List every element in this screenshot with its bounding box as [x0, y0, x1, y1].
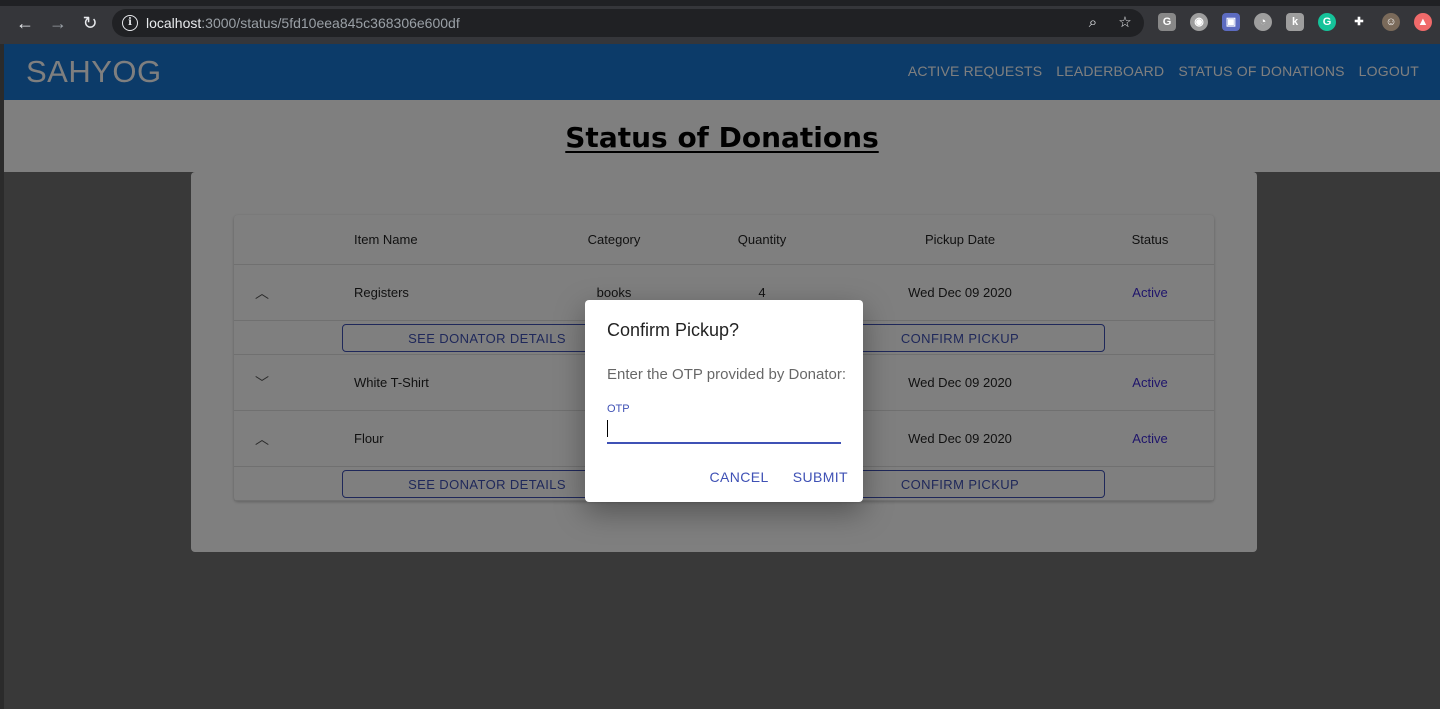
reload-icon[interactable]: ↻: [79, 12, 101, 34]
back-arrow-icon[interactable]: ←: [14, 12, 36, 34]
url-text: localhost:3000/status/5fd10eea845c368306…: [146, 15, 460, 31]
browser-toolbar: ← → ↻ i localhost:3000/status/5fd10eea84…: [0, 0, 1440, 44]
otp-label: OTP: [607, 403, 630, 415]
url-host: localhost: [146, 15, 202, 31]
dialog-text: Enter the OTP provided by Donator:: [607, 366, 847, 383]
circle-extension-icon[interactable]: ◉: [1190, 13, 1208, 31]
tab-strip: [0, 0, 1440, 6]
dialog-title: Confirm Pickup?: [607, 320, 740, 340]
site-info-icon[interactable]: i: [122, 15, 138, 31]
otp-input[interactable]: [607, 418, 841, 444]
puzzle-icon[interactable]: ✚: [1350, 13, 1368, 31]
url-path: :3000/status/5fd10eea845c368306e600df: [201, 15, 460, 31]
dialog-actions: CANCEL SUBMIT: [710, 469, 849, 485]
submit-button[interactable]: SUBMIT: [793, 469, 848, 485]
address-bar[interactable]: i localhost:3000/status/5fd10eea845c3683…: [112, 9, 1144, 37]
cancel-button[interactable]: CANCEL: [710, 469, 769, 485]
clock-extension-icon[interactable]: ◔: [1254, 13, 1272, 31]
camera-extension-icon[interactable]: ▣: [1222, 13, 1240, 31]
forward-arrow-icon[interactable]: →: [47, 12, 69, 34]
k-extension-icon[interactable]: k: [1286, 13, 1304, 31]
red-extension-icon[interactable]: ▲: [1414, 13, 1432, 31]
text-caret: [607, 420, 608, 437]
grammarly-g-icon[interactable]: G: [1158, 13, 1176, 31]
bookmark-star-icon[interactable]: ☆: [1116, 14, 1134, 32]
zoom-icon[interactable]: ⌕: [1084, 14, 1102, 32]
profile-avatar-icon[interactable]: ☺: [1382, 13, 1400, 31]
page-viewport: SAHYOG ACTIVE REQUESTS LEADERBOARD STATU…: [4, 44, 1440, 709]
confirm-pickup-dialog: Confirm Pickup? Enter the OTP provided b…: [585, 300, 863, 502]
grammarly-icon[interactable]: G: [1318, 13, 1336, 31]
